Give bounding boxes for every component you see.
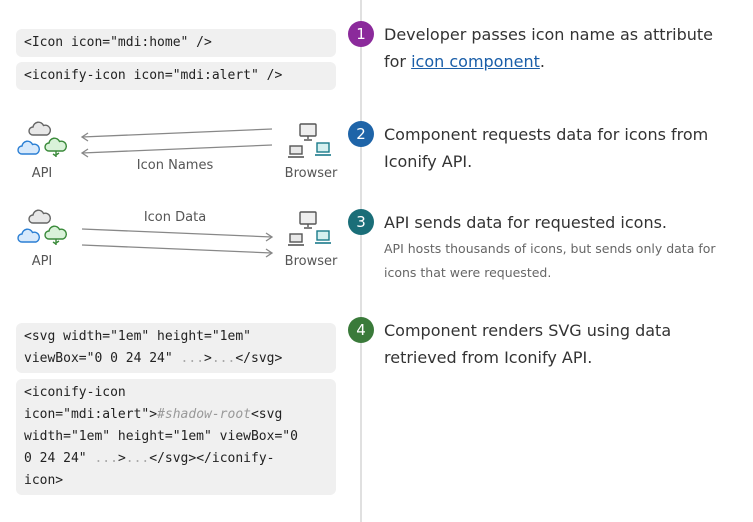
cloud-icon: [28, 121, 52, 136]
step-badge-2: 2: [348, 121, 374, 147]
arrow-icon: [80, 128, 273, 158]
browser-label: Browser: [284, 166, 338, 181]
step-1-text-after: .: [539, 52, 545, 71]
monitor-icon: [299, 123, 317, 141]
cloud-icon: [17, 140, 41, 155]
cloud-icon: [44, 225, 68, 246]
laptop-icon: [315, 230, 331, 244]
step-badge-1: 1: [348, 21, 374, 47]
step-4-text: Component renders SVG using data retriev…: [384, 321, 672, 367]
timeline-line: [360, 0, 362, 522]
laptop-icon: [288, 145, 304, 158]
api-cloud-icons: [17, 121, 68, 158]
api-label: API: [31, 254, 53, 269]
cloud-icon: [28, 209, 52, 224]
laptop-icon: [315, 142, 331, 156]
step-2-text: Component requests data for icons from I…: [384, 125, 709, 171]
step-3-text: API sends data for requested icons.: [384, 213, 668, 232]
step-1-text: Developer passes icon name as attribute …: [384, 21, 724, 75]
browser-icons: [288, 123, 331, 158]
icon-names-label: Icon Names: [136, 158, 214, 173]
monitor-icon: [299, 211, 317, 229]
arrow-icon: [81, 228, 274, 258]
api-label: API: [31, 166, 53, 181]
icon-data-label: Icon Data: [143, 210, 207, 225]
cloud-icon: [44, 137, 68, 158]
browser-label: Browser: [284, 254, 338, 269]
icon-component-link[interactable]: icon component: [411, 52, 540, 71]
browser-icons: [288, 211, 331, 246]
step-badge-3: 3: [348, 209, 374, 235]
laptop-icon: [288, 233, 304, 246]
step-3-subtext: API hosts thousands of icons, but sends …: [384, 241, 716, 280]
api-cloud-icons: [17, 209, 68, 246]
cloud-icon: [17, 228, 41, 243]
step-badge-4: 4: [348, 317, 374, 343]
